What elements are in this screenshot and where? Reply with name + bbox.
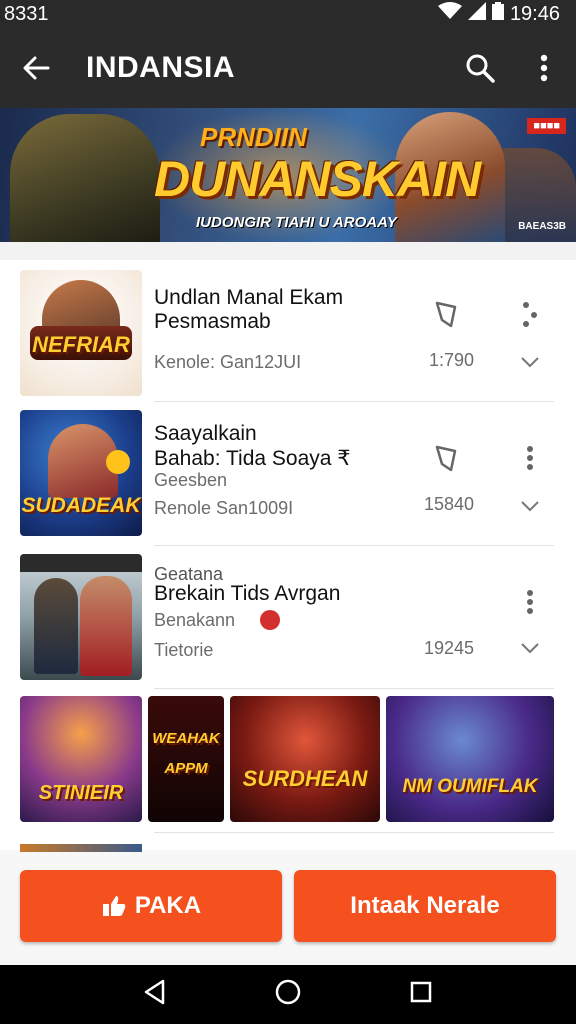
item-meta: Tietorie — [154, 640, 214, 660]
list-item[interactable]: Geatana Brekain Tids Avrgan Benakann Tie… — [20, 554, 556, 682]
bookmark-button[interactable] — [432, 300, 460, 328]
game-tile[interactable]: SURDHEAN — [230, 696, 380, 822]
item-title: Undlan Manal Ekam — [154, 286, 344, 309]
bookmark-button[interactable] — [432, 444, 460, 472]
game-tile[interactable]: WEAHAK APPM — [148, 696, 224, 822]
thumbnail-title: NEFRIAR — [32, 332, 130, 357]
status-icons: 19:46 — [437, 2, 560, 26]
game-tile[interactable]: STINIEIR — [20, 696, 142, 822]
thumbnail-title: SUDADEAK — [21, 494, 141, 517]
share-button[interactable] — [516, 300, 544, 328]
circle-home-icon — [275, 979, 301, 1005]
item-subtitle: Benakann — [154, 610, 236, 630]
square-recents-icon — [410, 981, 431, 1003]
more-vert-icon — [540, 54, 548, 82]
item-count: 1:790 — [428, 350, 474, 370]
app-bar: INDANSIA — [0, 28, 576, 108]
nav-recents-button[interactable] — [409, 980, 433, 1009]
promo-banner[interactable]: PRNDIIN DUNANSKAIN IUDONGIR TIAHI U AROA… — [0, 108, 576, 242]
item-meta: Kenole: Gan12JUI — [154, 352, 302, 372]
system-nav-bar — [0, 965, 576, 1024]
nav-back-button[interactable] — [143, 979, 167, 1010]
banner-subtitle: IUDONGIR TIAHI U AROAAY — [196, 214, 397, 231]
nav-home-button[interactable] — [274, 978, 302, 1011]
arrow-back-icon — [23, 56, 50, 80]
chevron-down-icon — [521, 357, 539, 368]
banner-warrior-image — [10, 114, 160, 242]
primary-action-button[interactable]: PAKA — [20, 870, 282, 942]
divider — [154, 401, 554, 402]
tile-title: SURDHEAN — [242, 766, 368, 791]
peek-thumbnail — [20, 844, 142, 852]
divider — [154, 688, 554, 689]
banner-headline-small: PRNDIIN — [200, 122, 307, 152]
status-bar: 8331 19:46 — [0, 0, 576, 28]
banner-corner-label: BAEAS3B — [518, 221, 566, 232]
badge-icon — [260, 610, 280, 630]
list-item[interactable]: SUDADEAK Saayalkain Bahab: Tida Soaya ₹ … — [20, 410, 556, 538]
page-title: INDANSIA — [86, 51, 236, 84]
tag-icon — [435, 445, 457, 472]
divider — [154, 832, 554, 833]
tile-title: NM OUMIFLAK — [402, 776, 538, 797]
item-title-line2: Brekain Tids Avrgan — [154, 582, 341, 605]
banner-headline: DUNANSKAIN — [154, 151, 481, 207]
search-icon — [466, 54, 495, 83]
search-button[interactable] — [448, 28, 512, 108]
more-options-button[interactable] — [516, 444, 544, 472]
expand-button[interactable] — [516, 634, 544, 662]
status-time-left: 8331 — [4, 2, 49, 25]
game-tile[interactable]: NM OUMIFLAK — [386, 696, 554, 822]
game-thumbnail: NEFRIAR — [20, 270, 142, 396]
divider — [154, 545, 554, 546]
more-vert-icon — [527, 446, 533, 470]
item-meta: Renole San1009I — [154, 498, 294, 518]
item-count: 19245 — [423, 638, 474, 658]
overflow-menu-button[interactable] — [512, 28, 576, 108]
share-icon — [523, 302, 537, 327]
item-title-line2: Pesmasmab — [154, 310, 271, 333]
banner-badge: ■■■■ — [527, 118, 566, 134]
signal-icon — [467, 2, 486, 26]
primary-action-label: PAKA — [134, 892, 202, 919]
tag-icon — [435, 301, 457, 328]
item-title: Saayalkain — [154, 422, 257, 445]
game-thumbnail — [20, 554, 142, 680]
more-options-button[interactable] — [516, 588, 544, 616]
item-subtitle: Geesben — [154, 470, 228, 490]
battery-icon — [491, 2, 504, 26]
wifi-icon — [437, 2, 462, 26]
tile-title: WEAHAK APPM — [152, 730, 220, 777]
back-button[interactable] — [0, 28, 72, 108]
more-vert-icon — [527, 590, 533, 614]
game-thumbnail: SUDADEAK — [20, 410, 142, 536]
expand-button[interactable] — [516, 492, 544, 520]
expand-button[interactable] — [516, 348, 544, 376]
tile-title: STINIEIR — [38, 782, 124, 804]
chevron-down-icon — [521, 501, 539, 512]
list-item[interactable]: NEFRIAR Undlan Manal Ekam Pesmasmab Keno… — [20, 270, 556, 398]
secondary-action-button[interactable]: Intaak Nerale — [294, 870, 556, 942]
item-title-line2: Bahab: Tida Soaya ₹ — [154, 447, 351, 470]
secondary-action-label: Intaak Nerale — [350, 892, 500, 919]
status-time-right: 19:46 — [509, 2, 560, 25]
thumb-icon — [102, 896, 126, 916]
chevron-down-icon — [521, 643, 539, 654]
triangle-back-icon — [145, 979, 165, 1005]
item-count: 15840 — [423, 494, 474, 514]
